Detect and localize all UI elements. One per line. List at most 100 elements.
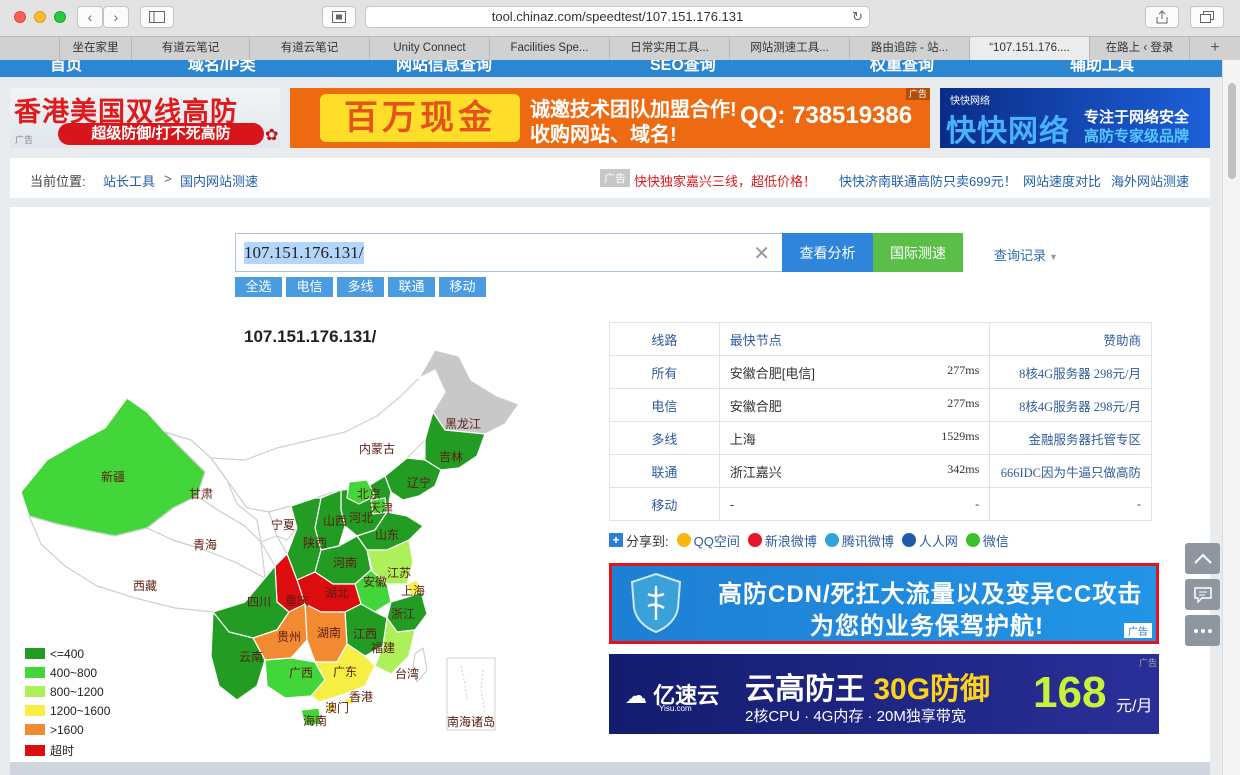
filter-multiline-button[interactable]: 多线 <box>337 277 384 297</box>
nav-home[interactable]: 首页 <box>50 60 82 75</box>
label-liaoning: 辽宁 <box>407 475 431 490</box>
promo-link-jiaxing[interactable]: 快快独家嘉兴三线，超低价格！ <box>634 171 816 190</box>
legend-swatch <box>25 648 45 659</box>
share-renren[interactable]: 人人网 <box>901 531 958 550</box>
row-sponsor-link[interactable]: - <box>989 487 1152 521</box>
filter-unicom-button[interactable]: 联通 <box>388 277 435 297</box>
tab[interactable]: 坐在家里 <box>60 37 132 60</box>
share-button[interactable] <box>1145 6 1179 28</box>
query-history-label: 查询记录 <box>994 248 1047 263</box>
ad-label: 广告 <box>15 135 34 145</box>
tab[interactable]: 网站测速工具... <box>730 37 850 60</box>
table-row: 所有 安徽合肥[电信] 277ms 8核4G服务器 298元/月 <box>609 355 1152 389</box>
ad2-box-text: 百万现金 <box>320 94 520 142</box>
header-line: 线路 <box>609 322 720 356</box>
tab-active[interactable]: “107.151.176.... <box>970 37 1090 60</box>
filter-all-button[interactable]: 全选 <box>235 277 282 297</box>
new-tab-button[interactable]: + <box>1190 37 1240 60</box>
legend-item: >1600 <box>25 723 84 737</box>
ad-banner-cash[interactable]: 百万现金 诚邀技术团队加盟合作! 收购网站、域名! QQ: 738519386 … <box>290 88 930 148</box>
row-node-name: 安徽合肥[电信] <box>729 365 815 381</box>
clear-icon[interactable]: ✕ <box>753 241 770 266</box>
back-to-top-button[interactable] <box>1185 543 1220 574</box>
zoom-window-icon[interactable] <box>54 11 66 23</box>
tab[interactable]: 日常实用工具... <box>610 37 730 60</box>
tab[interactable]: Facilities Spe... <box>490 37 610 60</box>
nav-site-info[interactable]: 网站信息查询 <box>396 60 492 75</box>
analyze-button[interactable]: 查看分析 <box>782 233 873 272</box>
page-scrollbar[interactable] <box>1222 60 1240 775</box>
breadcrumb-domestic-speedtest[interactable]: 国内网站测速 <box>180 171 258 190</box>
link-speed-compare[interactable]: 网站速度对比 <box>1023 171 1101 190</box>
tabs-overview-button[interactable] <box>1190 6 1224 28</box>
label-chongqing: 重庆 <box>285 594 309 608</box>
sidebar-button[interactable] <box>140 6 174 28</box>
ad-banner-kuaikuai[interactable]: 快快网络 快快网络 专注于网络安全 高防专家级品牌 <box>940 88 1210 148</box>
row-sponsor-link[interactable]: 8核4G服务器 298元/月 <box>989 355 1152 389</box>
breadcrumb-webmaster-tools[interactable]: 站长工具 <box>103 171 155 190</box>
qzone-icon <box>676 533 691 547</box>
share-weibo-label: 新浪微博 <box>764 533 817 549</box>
close-window-icon[interactable] <box>14 11 26 23</box>
share-wechat[interactable]: 微信 <box>965 531 1009 550</box>
tab[interactable]: 路由追踪 - 站... <box>850 37 970 60</box>
ad-banner-yisu[interactable]: ☁ 亿速云 Yisu.com 云高防王 30G防御 2核CPU · 4G内存 ·… <box>609 654 1159 734</box>
query-history-dropdown[interactable]: 查询记录 ▼ <box>994 245 1058 264</box>
ad-banner-cdn[interactable]: 高防CDN/死扛大流量以及变异CC攻击 为您的业务保驾护航! 广告 <box>609 563 1159 644</box>
row-line: 电信 <box>609 388 720 422</box>
nav-weight[interactable]: 权重查询 <box>870 60 934 75</box>
row-node-name: - <box>729 496 735 512</box>
row-sponsor-link[interactable]: 8核4G服务器 298元/月 <box>989 388 1152 422</box>
address-bar[interactable]: tool.chinaz.com/speedtest/107.151.176.13… <box>365 6 870 28</box>
label-neimenggu: 内蒙古 <box>359 441 395 456</box>
share-weibo[interactable]: 新浪微博 <box>747 531 817 550</box>
table-header-row: 线路 最快节点 赞助商 <box>609 322 1152 356</box>
row-sponsor-link[interactable]: 金融服务器托管专区 <box>989 421 1152 455</box>
row-node: 上海 1529ms <box>718 421 991 455</box>
nav-domain-ip[interactable]: 域名/IP类 <box>188 60 256 75</box>
link-overseas-speedtest[interactable]: 海外网站测速 <box>1111 171 1189 190</box>
nav-tools[interactable]: 辅助工具 <box>1070 60 1134 75</box>
label-henan: 河南 <box>333 555 357 570</box>
legend-swatch <box>25 724 45 735</box>
label-taiwan: 台湾 <box>395 666 419 681</box>
nav-seo[interactable]: SEO查询 <box>650 60 716 75</box>
forward-button[interactable]: › <box>103 6 129 28</box>
tab[interactable]: 有道云笔记 <box>250 37 370 60</box>
legend-label: 1200~1600 <box>50 704 111 718</box>
label-qinghai: 青海 <box>193 537 217 552</box>
legend-swatch <box>25 667 45 678</box>
back-button[interactable]: ‹ <box>77 6 103 28</box>
tab[interactable]: 在路上 ‹ 登录 <box>1090 37 1190 60</box>
filter-telecom-button[interactable]: 电信 <box>286 277 333 297</box>
legend-label: <=400 <box>50 647 85 661</box>
row-node: 安徽合肥 277ms <box>718 388 991 422</box>
tab-blank[interactable] <box>0 37 60 60</box>
search-box[interactable]: ✕ <box>235 233 783 272</box>
promo-link-jinan[interactable]: 快快济南联通高防只卖699元！ <box>839 171 1017 190</box>
row-node: -- <box>718 487 991 521</box>
reload-icon[interactable]: ↻ <box>852 7 863 27</box>
label-anhui: 安徽 <box>363 574 387 589</box>
international-speedtest-button[interactable]: 国际测速 <box>873 233 963 272</box>
address-url: tool.chinaz.com/speedtest/107.151.176.13… <box>491 9 744 24</box>
label-ningxia: 宁夏 <box>271 517 295 532</box>
filter-mobile-button[interactable]: 移动 <box>439 277 486 297</box>
url-input[interactable] <box>244 242 744 264</box>
label-gansu: 甘肃 <box>189 487 213 501</box>
ad-banner-hk-us[interactable]: 香港美国双线高防 超级防御/打不死高防 ✿ 广告 <box>10 88 280 148</box>
legend-label: 超时 <box>50 744 75 758</box>
minimize-window-icon[interactable] <box>34 11 46 23</box>
feedback-button[interactable] <box>1185 579 1220 610</box>
tab[interactable]: Unity Connect <box>370 37 490 60</box>
tab[interactable]: 有道云笔记 <box>132 37 250 60</box>
label-hubei: 湖北 <box>325 585 349 600</box>
share-qzone[interactable]: QQ空间 <box>676 531 740 550</box>
more-button[interactable] <box>1185 615 1220 646</box>
reader-button[interactable] <box>322 6 356 28</box>
share-tencent-weibo[interactable]: 腾讯微博 <box>824 531 894 550</box>
label-jiangxi: 江西 <box>353 627 377 641</box>
row-sponsor-link[interactable]: 666IDC因为牛逼只做高防 <box>989 454 1152 488</box>
scrollbar-thumb[interactable] <box>1228 83 1236 179</box>
row-ms: 342ms <box>947 461 980 476</box>
